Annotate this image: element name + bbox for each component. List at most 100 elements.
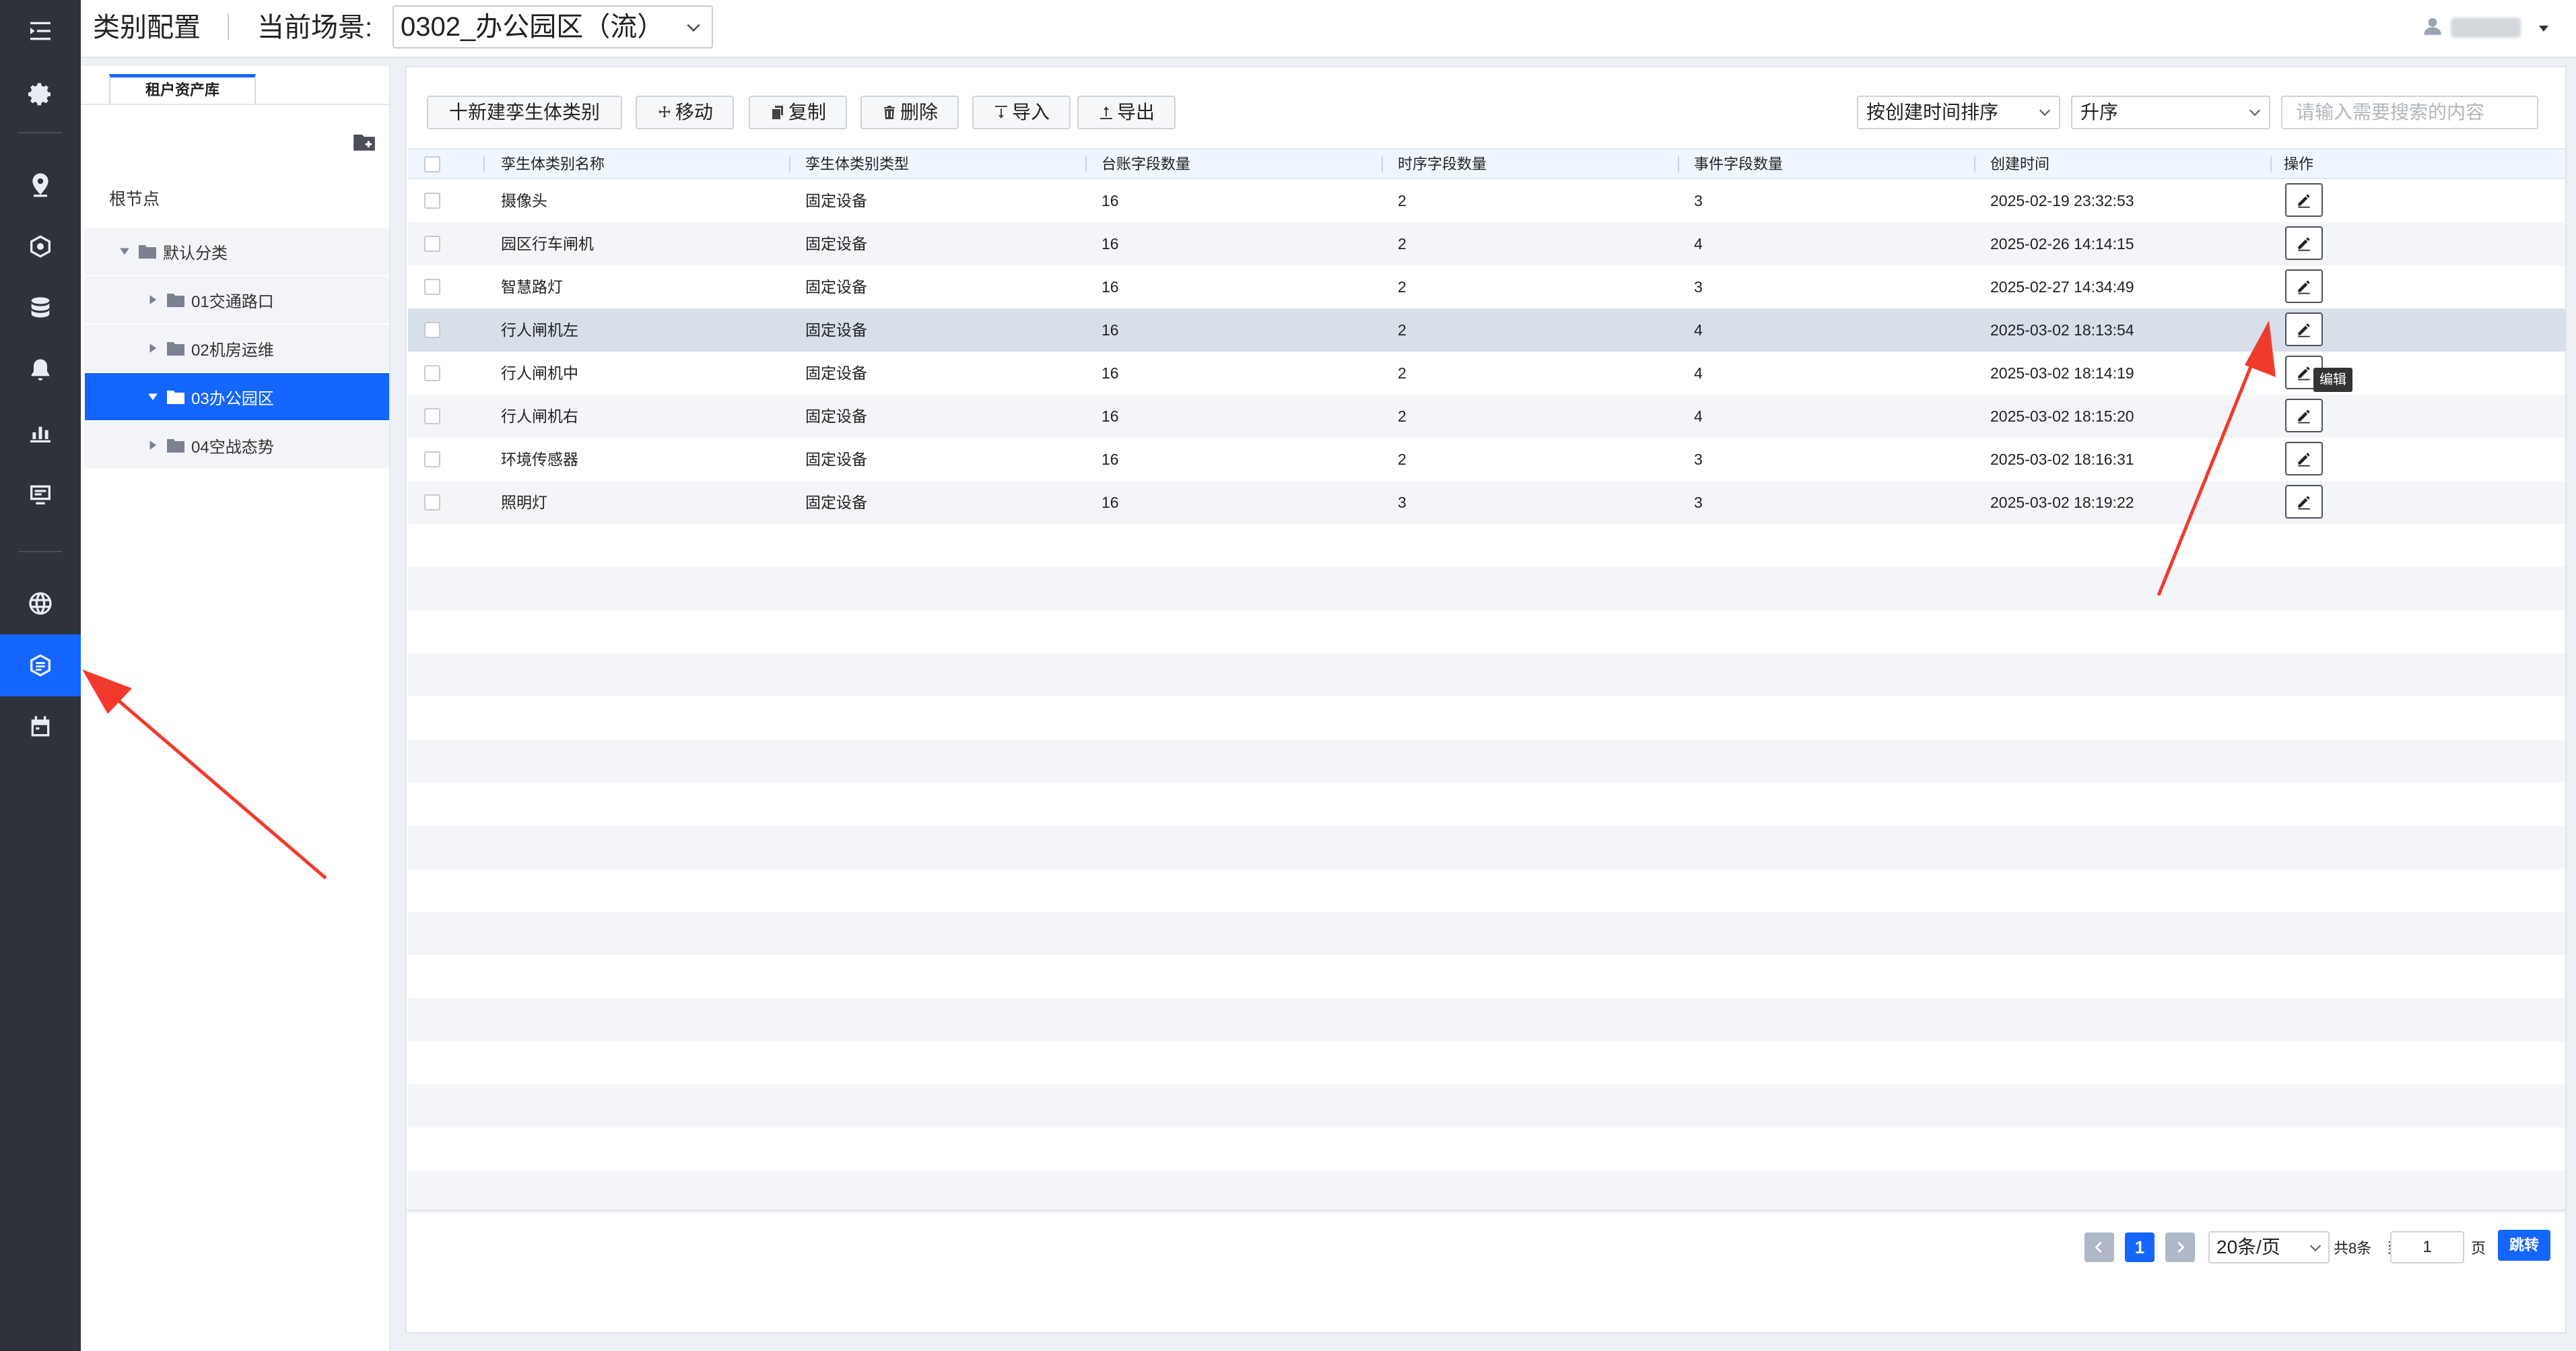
menu-toggle-icon[interactable] <box>0 0 81 62</box>
cell-name: 照明灯 <box>501 494 547 511</box>
goto-page-input[interactable] <box>2390 1231 2464 1263</box>
empty-row <box>408 1171 2565 1214</box>
edit-button[interactable] <box>2285 269 2323 303</box>
delete-button[interactable]: 删除 <box>860 96 959 129</box>
edit-button[interactable] <box>2285 399 2323 432</box>
caret-down-icon[interactable] <box>147 391 159 403</box>
cell-created: 2025-03-02 18:14:19 <box>1990 364 2134 382</box>
table-row[interactable]: 园区行车闸机 固定设备 16 2 4 2025-02-26 14:14:15 <box>408 222 2565 265</box>
pencil-icon <box>2298 237 2310 251</box>
prev-page-button[interactable] <box>2084 1232 2114 1262</box>
export-button[interactable]: 导出 <box>1077 96 1176 129</box>
table-row[interactable]: 环境传感器 固定设备 16 2 3 2025-03-02 18:16:31 <box>408 438 2565 481</box>
chevron-down-icon <box>2039 109 2051 117</box>
tree-node-03-selected[interactable]: 03办公园区 <box>85 373 389 420</box>
jump-button[interactable]: 跳转 <box>2498 1230 2550 1261</box>
edit-button[interactable] <box>2285 485 2323 519</box>
folder-icon <box>167 439 184 453</box>
new-category-button[interactable]: 十新建孪生体类别 <box>427 96 622 129</box>
page-number-active[interactable]: 1 <box>2125 1232 2155 1262</box>
col-header-event[interactable]: 事件字段数量 <box>1694 150 1783 178</box>
select-all-checkbox[interactable] <box>424 156 440 172</box>
cell-event: 4 <box>1694 407 1703 425</box>
move-button[interactable]: 移动 <box>636 96 734 129</box>
row-checkbox[interactable] <box>424 365 440 381</box>
sort-select[interactable]: 按创建时间排序 <box>1857 96 2060 129</box>
globe-icon[interactable] <box>0 572 81 634</box>
row-checkbox[interactable] <box>424 279 440 295</box>
scene-select[interactable]: 0302_办公园区（流） <box>393 5 713 48</box>
search-input[interactable] <box>2281 96 2538 129</box>
caret-right-icon[interactable] <box>147 294 159 306</box>
col-header-name[interactable]: 孪生体类别名称 <box>501 150 605 178</box>
chevron-down-icon <box>2309 1245 2321 1252</box>
cell-type: 固定设备 <box>805 235 867 253</box>
export-label: 导出 <box>1116 102 1155 123</box>
page-size-select[interactable]: 20条/页 <box>2208 1231 2330 1263</box>
cell-created: 2025-03-02 18:16:31 <box>1990 451 2134 468</box>
table-row[interactable]: 摄像头 固定设备 16 2 3 2025-02-19 23:32:53 <box>408 179 2565 222</box>
empty-row <box>408 524 2565 567</box>
caret-right-icon[interactable] <box>147 342 159 354</box>
row-checkbox[interactable] <box>424 236 440 252</box>
row-checkbox[interactable] <box>424 494 440 510</box>
import-button[interactable]: 导入 <box>972 96 1071 129</box>
col-header-created[interactable]: 创建时间 <box>1990 150 2049 178</box>
top-header: 类别配置 当前场景: 0302_办公园区（流） <box>81 0 2576 58</box>
col-header-ledger[interactable]: 台账字段数量 <box>1101 150 1190 178</box>
cube-gear-icon[interactable] <box>0 216 81 277</box>
row-checkbox[interactable] <box>424 408 440 424</box>
scene-select-value: 0302_办公园区（流） <box>401 12 665 42</box>
user-menu[interactable] <box>2421 11 2556 44</box>
copy-button[interactable]: 复制 <box>749 96 847 129</box>
table-row-hovered[interactable]: 行人闸机左 固定设备 16 2 4 2025-03-02 18:13:54 <box>408 308 2565 352</box>
col-header-actions: 操作 <box>2284 156 2314 172</box>
col-header-timeseries[interactable]: 时序字段数量 <box>1398 150 1487 178</box>
tab-tenant-asset-library[interactable]: 租户资产库 <box>109 74 256 104</box>
cell-type: 固定设备 <box>805 407 867 425</box>
column-divider <box>1678 156 1679 172</box>
table-row[interactable]: 照明灯 固定设备 16 3 3 2025-03-02 18:19:22 <box>408 481 2565 524</box>
edit-button[interactable] <box>2285 183 2323 217</box>
tree-node-default[interactable]: 默认分类 <box>85 228 389 275</box>
category-config-icon[interactable] <box>0 634 81 696</box>
row-checkbox[interactable] <box>424 193 440 209</box>
bell-icon[interactable] <box>0 339 81 401</box>
chevron-down-icon <box>687 24 700 32</box>
edit-button[interactable] <box>2285 226 2323 260</box>
table-row[interactable]: 行人闸机右 固定设备 16 2 4 2025-03-02 18:15:20 <box>408 395 2565 438</box>
calendar-icon[interactable] <box>0 696 81 758</box>
copy-icon <box>772 106 783 119</box>
database-icon[interactable] <box>0 277 81 339</box>
tree-node-04[interactable]: 04空战态势 <box>85 422 389 469</box>
row-checkbox[interactable] <box>424 322 440 338</box>
cell-event: 3 <box>1694 494 1703 511</box>
cell-ledger: 16 <box>1101 321 1119 339</box>
edit-button[interactable] <box>2285 312 2323 346</box>
tree-node-02[interactable]: 02机房运维 <box>85 325 389 372</box>
caret-down-icon[interactable] <box>118 245 131 257</box>
empty-row <box>408 1084 2565 1127</box>
col-header-type[interactable]: 孪生体类别类型 <box>805 150 909 178</box>
folder-icon <box>167 294 184 307</box>
empty-row <box>408 567 2565 610</box>
location-pin-icon[interactable] <box>0 154 81 216</box>
tree-node-01[interactable]: 01交通路口 <box>85 276 389 323</box>
caret-right-icon[interactable] <box>147 439 159 451</box>
add-folder-icon[interactable] <box>351 129 377 155</box>
table-row[interactable]: 智慧路灯 固定设备 16 2 3 2025-02-27 14:34:49 <box>408 265 2565 308</box>
order-select[interactable]: 升序 <box>2071 96 2270 129</box>
row-checkbox[interactable] <box>424 451 440 467</box>
next-page-button[interactable] <box>2165 1232 2195 1262</box>
tree-root-node[interactable]: 根节点 <box>109 186 160 210</box>
copy-label: 复制 <box>788 102 826 123</box>
edit-button[interactable] <box>2285 442 2323 475</box>
empty-row <box>408 696 2565 739</box>
gear-icon[interactable] <box>0 63 81 125</box>
monitor-icon[interactable] <box>0 463 81 525</box>
page-size-value: 20条/页 <box>2216 1237 2280 1257</box>
table-row[interactable]: 行人闸机中 固定设备 16 2 4 2025-03-02 18:14:19 <box>408 352 2565 395</box>
bar-chart-icon[interactable] <box>0 401 81 463</box>
empty-row <box>408 955 2565 998</box>
pencil-icon <box>2298 409 2310 424</box>
